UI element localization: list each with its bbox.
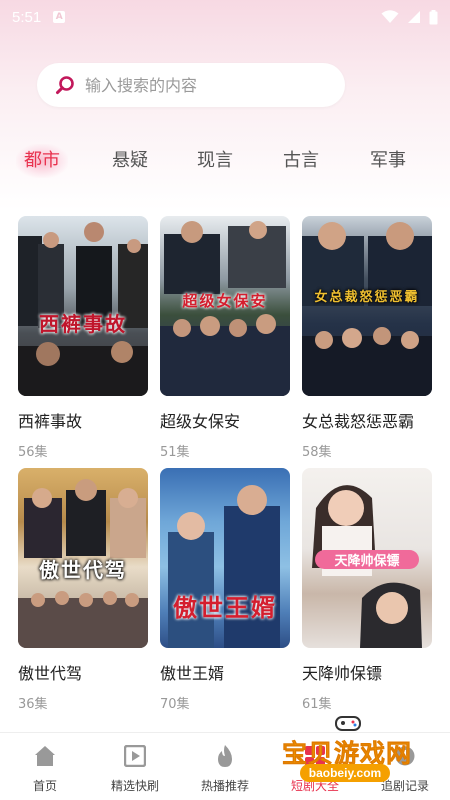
- drama-card[interactable]: 天降帅保镖 天降帅保镖 61集: [302, 468, 432, 712]
- drama-card[interactable]: 傲世代驾 傲世代驾 36集: [18, 468, 148, 712]
- status-time: 5:51: [12, 8, 42, 26]
- flame-icon: [212, 743, 238, 769]
- drama-card[interactable]: 傲世王婿 傲世王婿 70集: [160, 468, 290, 712]
- drama-poster[interactable]: 天降帅保镖: [302, 468, 432, 648]
- poster-title-text: 傲世王婿: [173, 593, 277, 622]
- poster-title-text: 天降帅保镖: [315, 550, 419, 569]
- drama-poster[interactable]: 西裤事故: [18, 216, 148, 396]
- poster-figures: [18, 222, 148, 396]
- drama-card[interactable]: 女总裁怒惩恶霸 女总裁怒惩恶霸 58集: [302, 216, 432, 460]
- status-bar: 5:51 A: [0, 0, 450, 34]
- battery-icon: [429, 9, 438, 24]
- drama-title[interactable]: 傲世王婿: [160, 660, 290, 684]
- poster-title-text: 西裤事故: [39, 312, 127, 336]
- signal-icon: [408, 11, 420, 23]
- nav-home[interactable]: 首页: [0, 733, 90, 800]
- watermark-url: baobeiy.com: [300, 764, 390, 782]
- search-icon: [56, 76, 74, 95]
- nav-label: 精选快刷: [110, 779, 159, 793]
- poster-title-text: 女总裁怒惩恶霸: [314, 290, 420, 305]
- drama-title[interactable]: 超级女保安: [160, 408, 290, 432]
- drama-poster[interactable]: 超级女保安: [160, 216, 290, 396]
- home-icon: [32, 743, 58, 769]
- tab-xuanyi[interactable]: 悬疑: [100, 140, 160, 182]
- drama-poster[interactable]: 女总裁怒惩恶霸: [302, 216, 432, 396]
- drama-card[interactable]: 超级女保安 超级女保安 51集: [160, 216, 290, 460]
- search-input[interactable]: [85, 75, 315, 95]
- tab-dushi[interactable]: 都市: [12, 140, 72, 182]
- drama-title[interactable]: 傲世代驾: [18, 660, 148, 684]
- poster-title-text: 傲世代驾: [39, 558, 127, 582]
- drama-poster[interactable]: 傲世代驾: [18, 468, 148, 648]
- episode-count: 51集: [160, 445, 190, 460]
- drama-title[interactable]: 女总裁怒惩恶霸: [302, 408, 432, 432]
- tab-guyan[interactable]: 古言: [271, 140, 331, 182]
- status-icons: [381, 9, 438, 25]
- wifi-icon: [381, 10, 399, 23]
- episode-count: 61集: [302, 697, 332, 712]
- nav-label: 首页: [32, 779, 57, 793]
- poster-figures: [302, 222, 432, 396]
- gamepad-icon: [335, 716, 361, 731]
- nav-hot[interactable]: 热播推荐: [180, 733, 270, 800]
- tab-junshi[interactable]: 军事: [358, 140, 418, 182]
- nav-label: 热播推荐: [200, 779, 249, 793]
- episode-count: 36集: [18, 697, 48, 712]
- episode-count: 56集: [18, 445, 48, 460]
- tab-xianyan[interactable]: 现言: [185, 140, 245, 182]
- drama-poster[interactable]: 傲世王婿: [160, 468, 290, 648]
- a-icon: A: [53, 11, 66, 23]
- episode-count: 70集: [160, 697, 190, 712]
- nav-featured[interactable]: 精选快刷: [90, 733, 180, 800]
- poster-title-text: 超级女保安: [182, 292, 268, 310]
- drama-card[interactable]: 西裤事故 西裤事故 56集: [18, 216, 148, 460]
- play-icon: [122, 743, 148, 769]
- episode-count: 58集: [302, 445, 332, 460]
- drama-title[interactable]: 西裤事故: [18, 408, 148, 432]
- category-tabs: 都市 悬疑 现言 古言 军事: [0, 140, 450, 182]
- search-bar[interactable]: [37, 63, 345, 107]
- watermark: 宝贝游戏网 baobeiy.com: [272, 712, 422, 792]
- drama-title[interactable]: 天降帅保镖: [302, 660, 432, 684]
